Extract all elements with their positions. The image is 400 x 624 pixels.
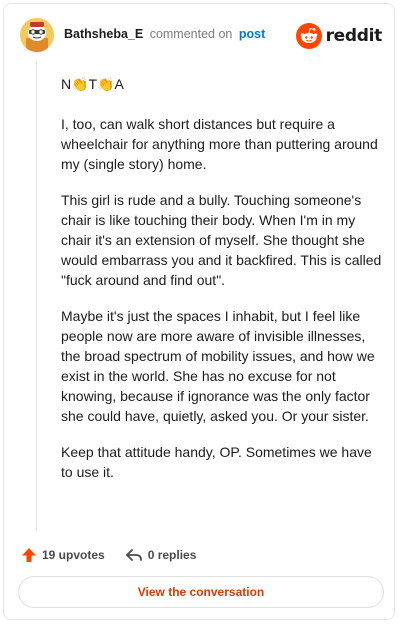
comment-header: Bathsheba_E commented on post reddit bbox=[20, 18, 382, 54]
action-text: commented on bbox=[149, 27, 233, 41]
avatar[interactable] bbox=[20, 18, 54, 52]
upvote-stat[interactable]: 19 upvotes bbox=[21, 547, 105, 563]
reply-stat[interactable]: 0 replies bbox=[125, 547, 197, 563]
reply-count: 0 replies bbox=[147, 548, 197, 562]
comment-paragraph: Maybe it's just the spaces I inhabit, bu… bbox=[61, 308, 375, 424]
view-conversation-button[interactable]: View the conversation bbox=[18, 576, 384, 608]
comment-paragraph: Keep that attitude handy, OP. Sometimes … bbox=[61, 444, 372, 480]
reply-arrow-icon bbox=[125, 549, 142, 561]
upvote-count: 19 upvotes bbox=[42, 548, 105, 562]
comment-paragraph: N👏T👏A bbox=[61, 76, 124, 92]
comment-footer: 19 upvotes 0 replies bbox=[21, 544, 381, 566]
post-link[interactable]: post bbox=[239, 27, 265, 41]
thread-line bbox=[36, 62, 37, 530]
upvote-arrow-icon bbox=[22, 548, 36, 562]
reddit-logo-icon bbox=[295, 23, 322, 49]
comment-card: Bathsheba_E commented on post reddit N👏T… bbox=[3, 3, 395, 620]
reddit-brand[interactable]: reddit bbox=[295, 23, 383, 49]
snoo-avatar-icon bbox=[20, 18, 54, 52]
comment-body: N👏T👏A I, too, can walk short distances b… bbox=[61, 74, 383, 498]
brand-wordmark: reddit bbox=[325, 26, 383, 46]
comment-paragraph: I, too, can walk short distances but req… bbox=[61, 116, 378, 172]
comment-paragraph: This girl is rude and a bully. Touching … bbox=[61, 192, 382, 288]
byline: Bathsheba_E commented on post bbox=[64, 27, 265, 41]
author-name[interactable]: Bathsheba_E bbox=[64, 27, 143, 41]
